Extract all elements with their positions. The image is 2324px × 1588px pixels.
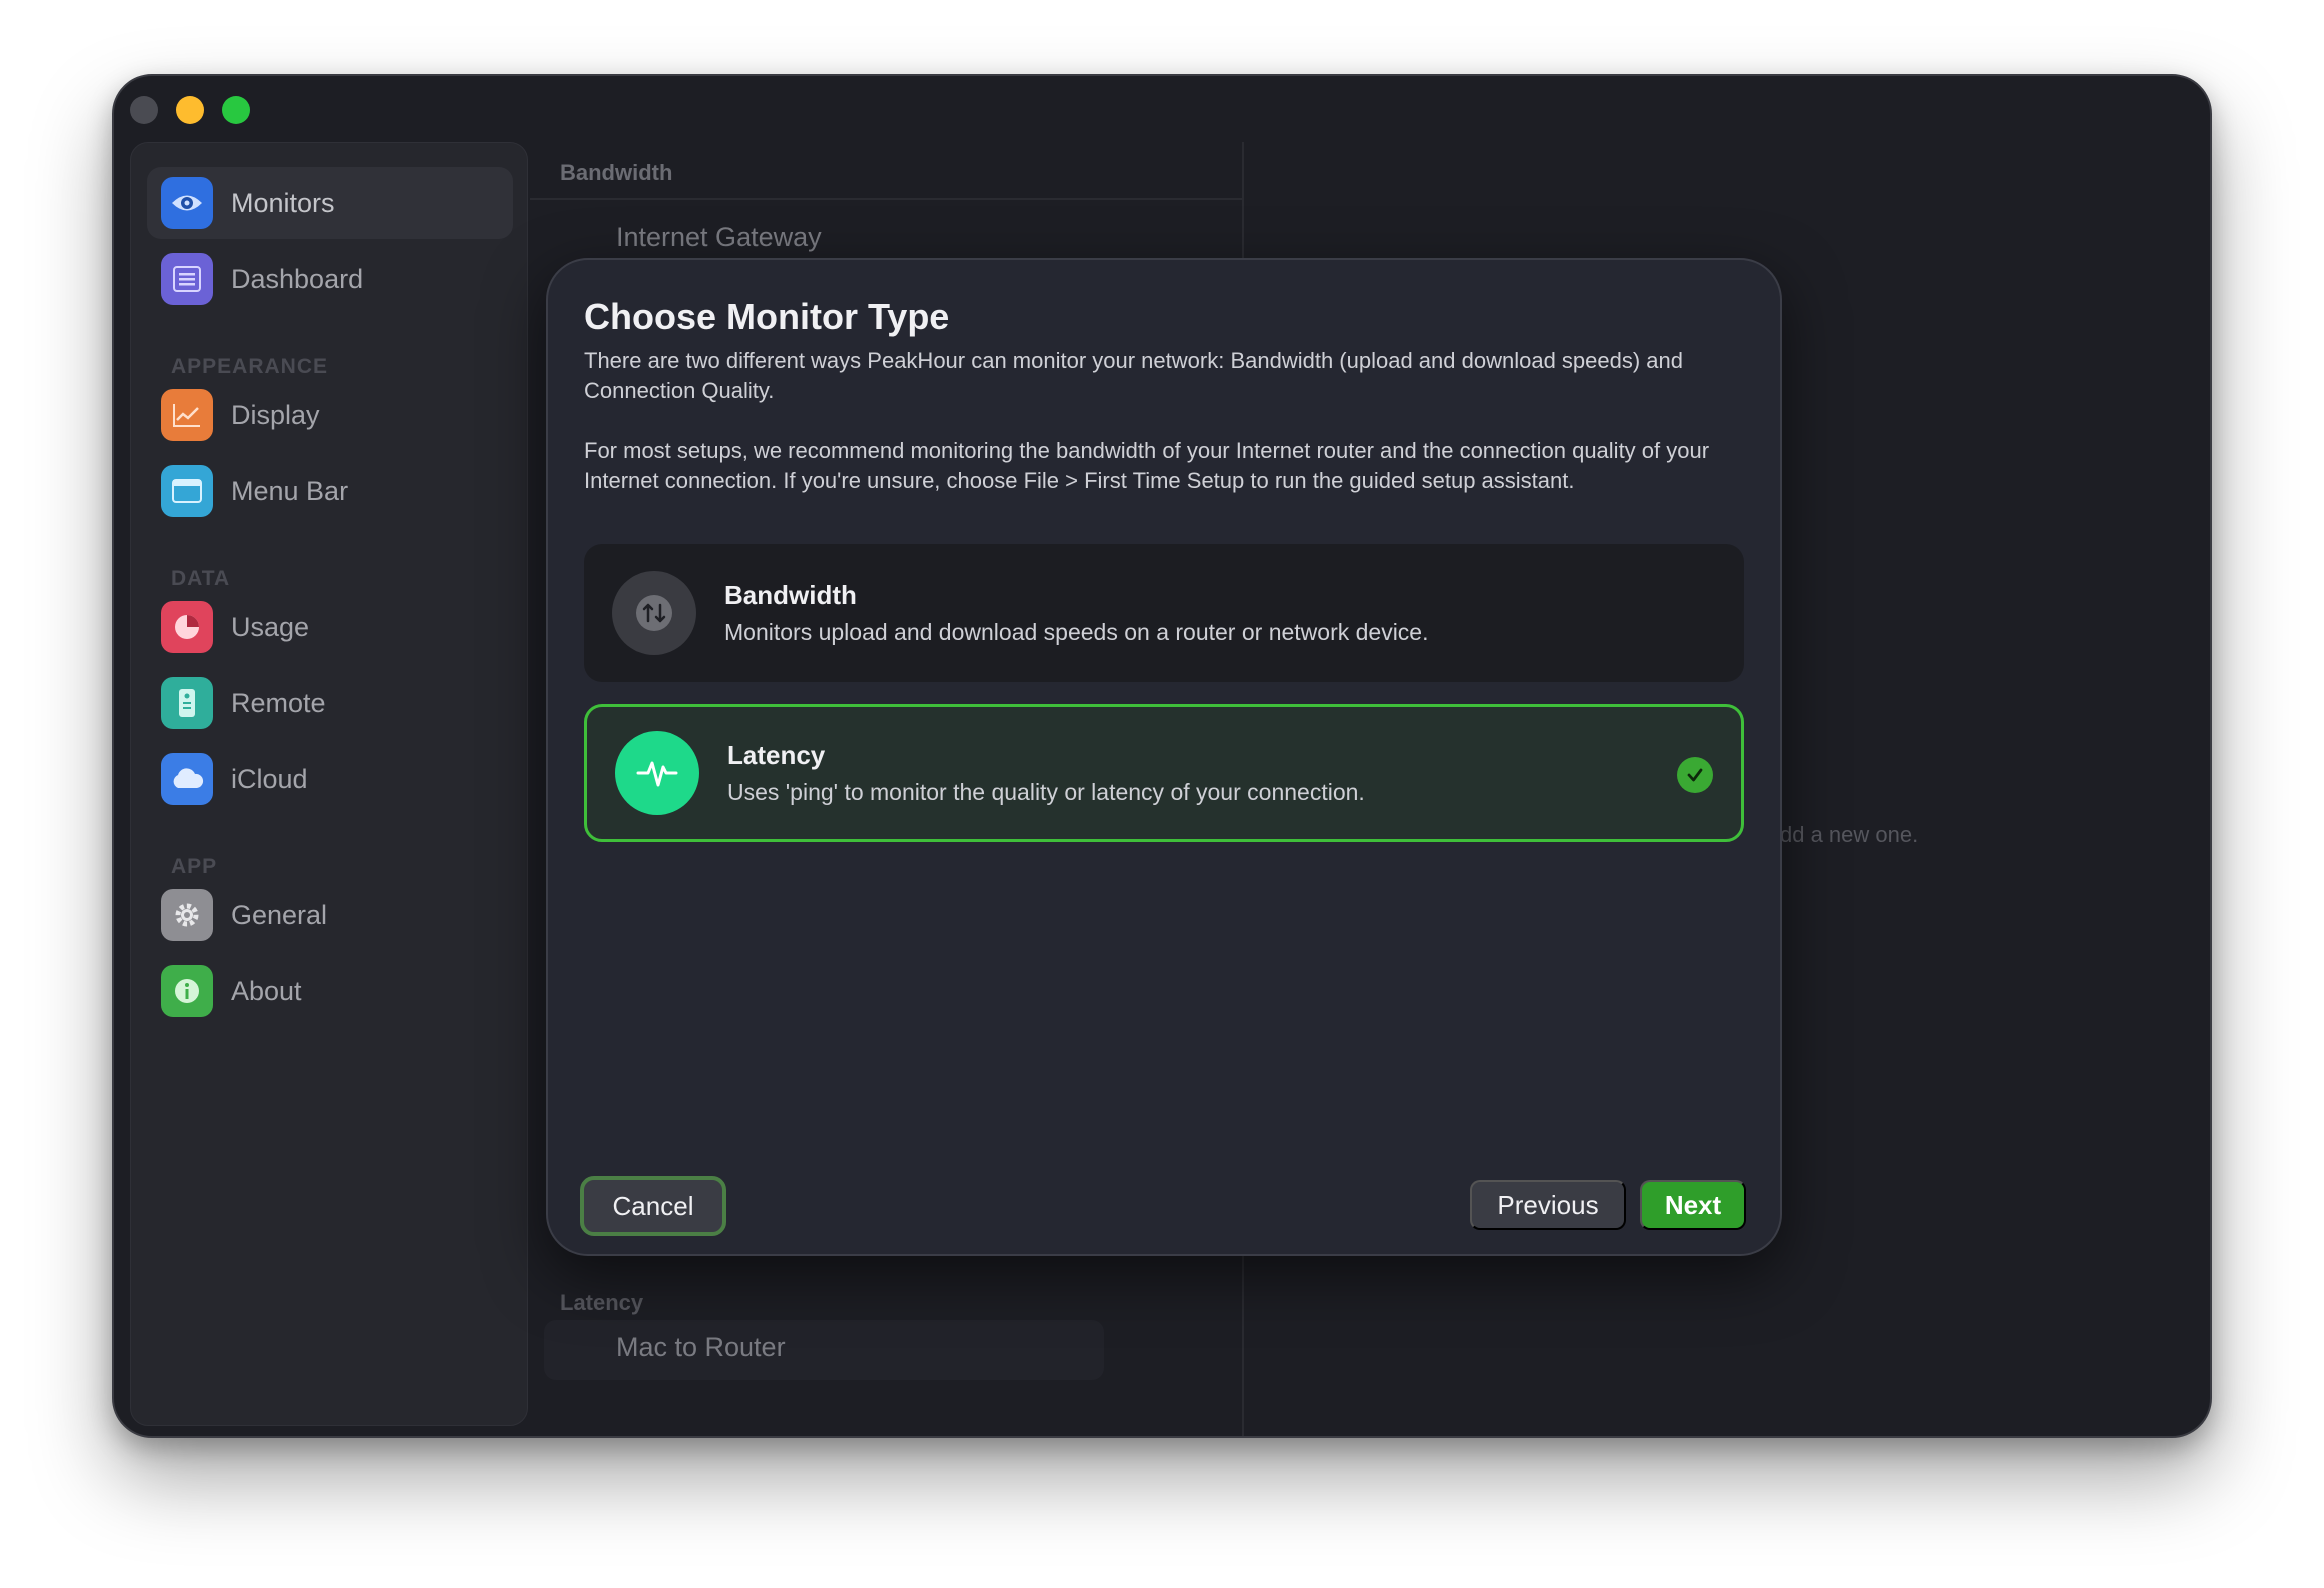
sidebar-item-label: Display [231,399,320,430]
option-title: Bandwidth [724,580,857,610]
list-icon [161,253,213,305]
close-window-button[interactable] [130,96,158,124]
monitor-row-label: Mac to Router [616,1332,786,1362]
chart-icon [161,389,213,441]
bandwidth-header-label: Bandwidth [560,160,673,185]
bandwidth-section-header: Bandwidth [530,142,1244,200]
remote-icon [161,677,213,729]
maximize-window-button[interactable] [222,96,250,124]
sidebar-item-label: General [231,899,328,930]
sidebar-item-display[interactable]: Display [147,379,513,451]
minimize-window-button[interactable] [176,96,204,124]
monitor-row-internet-gateway[interactable]: Internet Gateway [616,222,822,253]
sidebar-item-about[interactable]: About [147,955,513,1027]
section-data: DATA [171,567,231,590]
option-latency[interactable]: Latency Uses 'ping' to monitor the quali… [584,704,1744,842]
window-controls [130,96,250,124]
choose-monitor-type-dialog: Choose Monitor Type There are two differ… [546,258,1782,1256]
option-description: Monitors upload and download speeds on a… [724,619,1429,645]
sidebar-item-label: iCloud [231,763,308,794]
sidebar-item-dashboard[interactable]: Dashboard [147,243,513,315]
upload-download-icon [612,571,696,655]
info-icon [161,965,213,1017]
section-app: APP [171,855,218,878]
dialog-title: Choose Monitor Type [584,296,950,337]
sidebar-item-remote[interactable]: Remote [147,667,513,739]
sidebar-item-label: Usage [231,611,310,642]
cancel-button[interactable]: Cancel [580,1176,726,1236]
monitor-row-mac-to-router[interactable]: Mac to Router [544,1320,1104,1380]
pie-icon [161,601,213,653]
previous-button[interactable]: Previous [1470,1180,1626,1230]
cloud-icon [161,753,213,805]
next-button[interactable]: Next [1640,1180,1746,1230]
eye-icon [161,177,213,229]
option-description: Uses 'ping' to monitor the quality or la… [727,779,1365,805]
sidebar-item-label: Remote [231,687,326,718]
empty-state-hint: dd a new one. [1780,822,1919,847]
latency-section-header: Latency [560,1290,644,1315]
sidebar-item-label: Monitors [231,187,335,218]
dialog-description-1: There are two different ways PeakHour ca… [584,348,1684,403]
dialog-description-2: For most setups, we recommend monitoring… [584,438,1710,493]
checkmark-icon [1677,757,1713,793]
option-bandwidth[interactable]: Bandwidth Monitors upload and download s… [584,544,1744,682]
sidebar-item-usage[interactable]: Usage [147,591,513,663]
sidebar-item-label: About [231,975,302,1006]
sidebar-item-icloud[interactable]: iCloud [147,743,513,815]
option-title: Latency [727,740,826,770]
gear-icon [161,889,213,941]
window-icon [161,465,213,517]
section-appearance: APPEARANCE [171,355,329,378]
sidebar-item-label: Menu Bar [231,475,349,506]
sidebar-item-monitors[interactable]: Monitors [147,167,513,239]
sidebar-item-label: Dashboard [231,263,364,294]
pulse-icon [615,731,699,815]
sidebar-item-menu-bar[interactable]: Menu Bar [147,455,513,527]
sidebar: Monitors Dashboard APPEARANCE Display Me… [130,142,528,1426]
sidebar-item-general[interactable]: General [147,879,513,951]
